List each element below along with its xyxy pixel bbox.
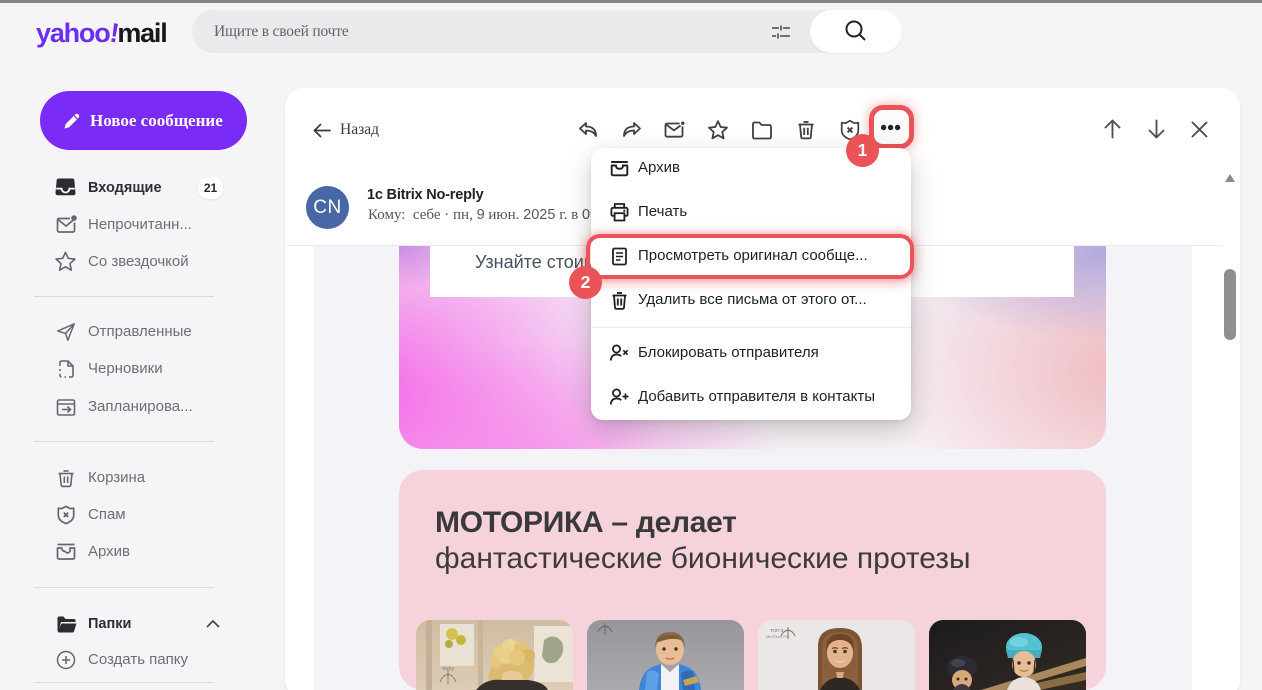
- svg-text:Techy: Techy: [442, 666, 455, 671]
- svg-text:MedTech.РФ: MedTech.РФ: [766, 634, 789, 639]
- svg-text:ТОП-3: ТОП-3: [770, 628, 784, 633]
